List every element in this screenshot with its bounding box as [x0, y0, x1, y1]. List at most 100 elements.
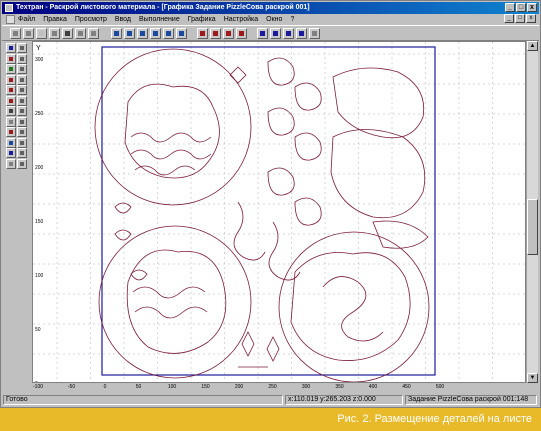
side-tool-button-3[interactable]: [6, 53, 16, 64]
y-tick-label: 250: [35, 111, 44, 117]
owl-wing-top-right: [332, 67, 425, 139]
side-tool-button-13[interactable]: [6, 106, 16, 116]
side-tool-button-22[interactable]: [17, 148, 27, 158]
menu-view[interactable]: Просмотр: [75, 16, 107, 23]
part-heart-1: [114, 202, 132, 214]
nesting-drawing[interactable]: 300250200150100500 Y: [33, 42, 526, 383]
menu-graphics[interactable]: Графика: [188, 16, 216, 23]
tool-icon: [226, 31, 231, 36]
side-tool-button-10[interactable]: [17, 85, 27, 95]
x-tick-label: 200: [234, 384, 244, 390]
toolbar-button-8[interactable]: [111, 28, 122, 39]
menu-window[interactable]: Окно: [266, 16, 282, 23]
side-tool-button-16[interactable]: [17, 116, 27, 127]
maximize-button[interactable]: □: [516, 3, 526, 12]
menu-edit[interactable]: Правка: [43, 16, 67, 23]
tool-icon: [114, 31, 119, 36]
scroll-up-arrow-icon[interactable]: ▲: [527, 41, 538, 51]
figure-caption: Рис. 2. Размещение деталей на листе: [0, 408, 541, 431]
toolbar-button-4[interactable]: [49, 28, 60, 39]
side-tool-button-18[interactable]: [17, 127, 27, 137]
side-tool-button-5[interactable]: [6, 64, 16, 74]
toolbar-button-3[interactable]: [36, 28, 47, 39]
doc-close-button[interactable]: x: [526, 14, 536, 23]
toolbar-button-21[interactable]: [296, 28, 307, 39]
toolbar-button-12[interactable]: [163, 28, 174, 39]
tool-icon: [20, 161, 24, 166]
tool-icon: [312, 31, 317, 36]
scroll-down-arrow-icon[interactable]: ▼: [527, 373, 538, 383]
side-tool-button-23[interactable]: [6, 158, 16, 169]
side-tool-button-7[interactable]: [6, 74, 16, 85]
toolbar-button-9[interactable]: [124, 28, 135, 39]
toolbar-button-6[interactable]: [75, 28, 86, 39]
side-tool-button-9[interactable]: [6, 85, 16, 95]
status-ready: Готово: [3, 395, 283, 405]
doc-restore-button[interactable]: □: [515, 14, 525, 23]
side-tool-button-19[interactable]: [6, 137, 16, 148]
toolbar-button-14[interactable]: [197, 28, 208, 39]
drawing-canvas[interactable]: 300250200150100500 Y: [32, 41, 526, 383]
tool-icon: [273, 31, 278, 36]
owl-piece-bottom-left: [126, 249, 227, 354]
part-heart-2: [114, 229, 132, 241]
tool-icon: [179, 31, 184, 36]
x-tick-label: 300: [301, 384, 311, 390]
menu-input[interactable]: Ввод: [115, 16, 131, 23]
toolbar: [2, 25, 539, 41]
toolbar-button-10[interactable]: [137, 28, 148, 39]
y-tick-label: 300: [35, 57, 44, 63]
tool-icon: [20, 56, 24, 61]
toolbar-button-5[interactable]: [62, 28, 73, 39]
side-tool-button-21[interactable]: [6, 148, 16, 158]
x-tick-label: -50: [67, 384, 76, 390]
side-tool-button-17[interactable]: [6, 127, 16, 137]
side-tool-button-6[interactable]: [17, 64, 27, 74]
side-tool-button-8[interactable]: [17, 74, 27, 85]
vertical-scrollbar[interactable]: ▲ ▼: [526, 41, 538, 383]
toolbar-button-11[interactable]: [150, 28, 161, 39]
scroll-thumb[interactable]: [527, 199, 538, 255]
x-tick-label: 250: [268, 384, 277, 390]
menu-help[interactable]: ?: [290, 16, 294, 23]
side-tool-button-1[interactable]: [6, 43, 16, 53]
nested-parts: [94, 48, 430, 382]
toolbar-button-7[interactable]: [88, 28, 99, 39]
tool-icon: [26, 31, 31, 36]
toolbar-button-17[interactable]: [236, 28, 247, 39]
document-icon[interactable]: [6, 15, 15, 24]
toolbar-button-16[interactable]: [223, 28, 234, 39]
minimize-button[interactable]: _: [505, 3, 515, 12]
toolbar-button-15[interactable]: [210, 28, 221, 39]
left-toolbar: [2, 41, 32, 169]
document-window-controls: _ □ x: [504, 14, 536, 23]
tool-icon: [20, 77, 24, 82]
part-disc-top-left: [94, 48, 252, 206]
toolbar-button-1[interactable]: [10, 28, 21, 39]
menu-settings[interactable]: Настройка: [224, 16, 258, 23]
menu-file[interactable]: Файл: [18, 16, 35, 23]
toolbar-button-2[interactable]: [23, 28, 34, 39]
sheet-outline: [101, 46, 436, 376]
tool-icon: [20, 151, 24, 155]
side-tool-button-4[interactable]: [17, 53, 27, 64]
side-tool-button-20[interactable]: [17, 137, 27, 148]
toolbar-button-13[interactable]: [176, 28, 187, 39]
side-tool-button-14[interactable]: [17, 106, 27, 116]
x-axis-ruler: -100 -50 0 50 100 150 200 250 300 350 400 450 500: [32, 383, 526, 393]
side-tool-button-2[interactable]: [17, 43, 27, 53]
toolbar-button-22[interactable]: [309, 28, 320, 39]
toolbar-button-18[interactable]: [257, 28, 268, 39]
toolbar-button-20[interactable]: [283, 28, 294, 39]
toolbar-button-19[interactable]: [270, 28, 281, 39]
side-tool-button-24[interactable]: [17, 158, 27, 169]
side-tool-button-11[interactable]: [6, 95, 16, 106]
side-tool-button-15[interactable]: [6, 116, 16, 127]
side-tool-button-12[interactable]: [17, 95, 27, 106]
y-tick-label: 200: [35, 165, 44, 171]
doc-minimize-button[interactable]: _: [504, 14, 514, 23]
close-button[interactable]: x: [527, 3, 537, 12]
tool-icon: [91, 31, 96, 36]
part-leaf-3: [266, 336, 280, 362]
menu-run[interactable]: Выполнение: [139, 16, 180, 23]
